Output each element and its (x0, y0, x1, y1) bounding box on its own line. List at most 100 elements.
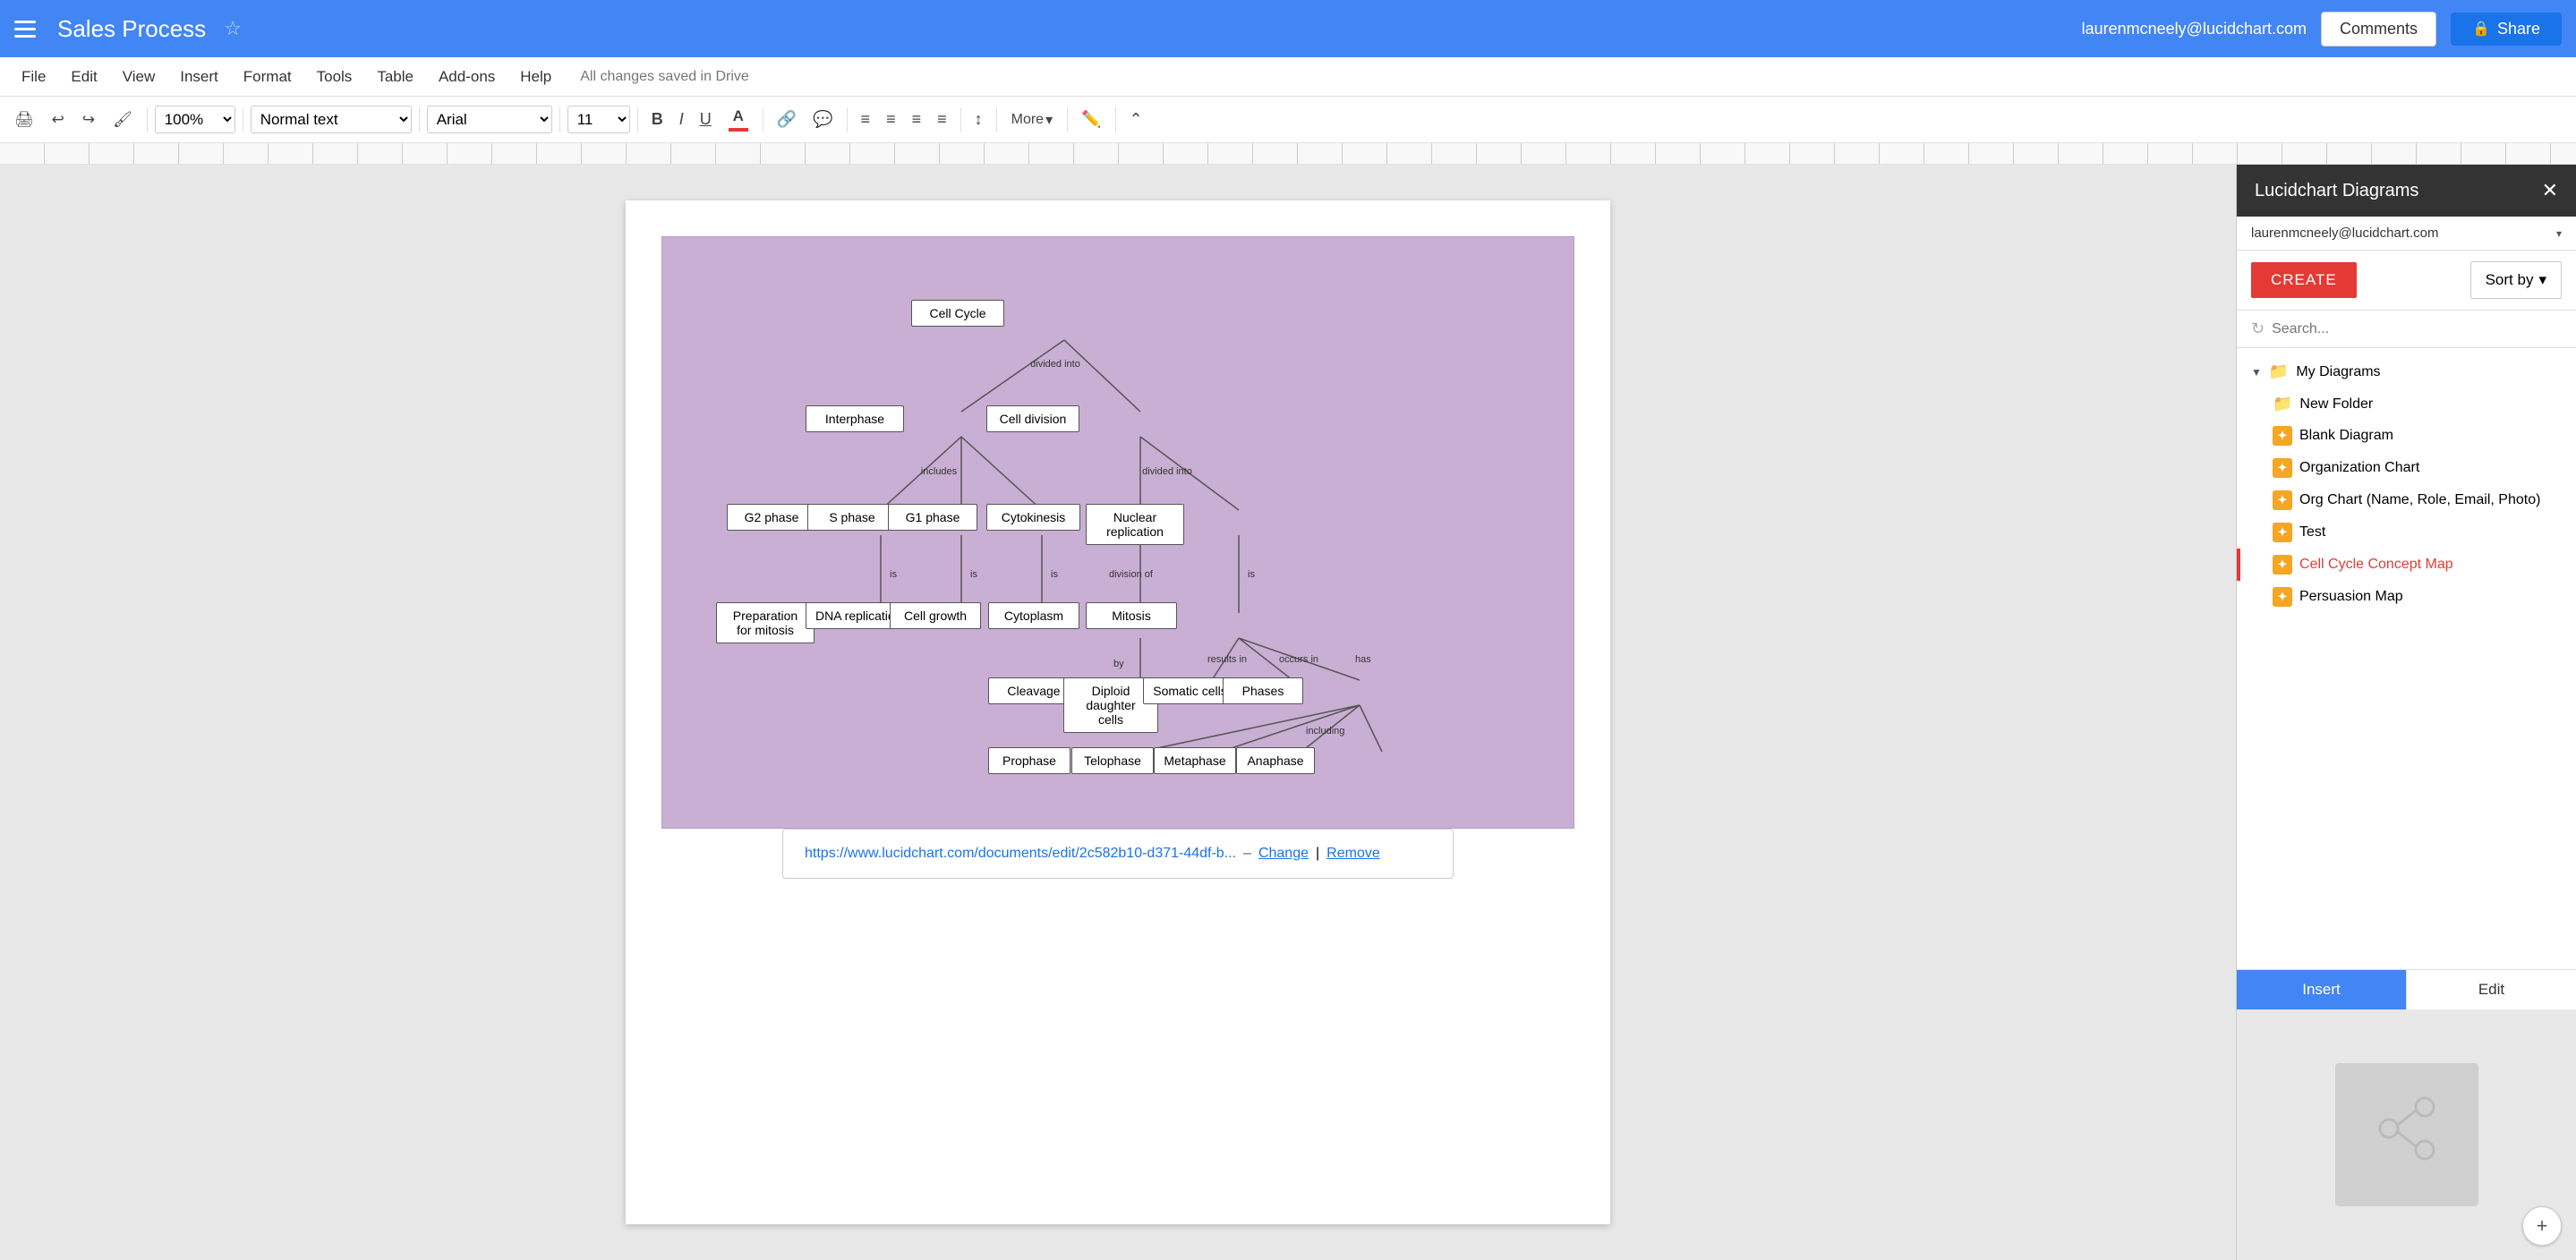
svg-text:including: including (1306, 726, 1344, 736)
folder-icon: 📁 (2269, 362, 2289, 381)
menu-view[interactable]: View (112, 63, 166, 91)
svg-text:is: is (1248, 569, 1255, 580)
link-separator: – (1243, 846, 1251, 862)
add-button[interactable]: + (2522, 1206, 2562, 1246)
italic-button[interactable]: I (673, 106, 690, 133)
undo-button[interactable]: ↩ (45, 106, 72, 134)
align-right-button[interactable]: ≡ (906, 106, 928, 133)
svg-text:division of: division of (1109, 569, 1154, 580)
svg-text:results in: results in (1207, 654, 1247, 665)
diagram-icon: ✦ (2273, 426, 2292, 446)
toolbar: 🖨 ↩ ↪ 🖌 100% Normal text Arial 11 B I U … (0, 97, 2576, 143)
node-g1-phase[interactable]: G1 phase (888, 504, 977, 531)
bold-button[interactable]: B (645, 106, 670, 133)
menu-format[interactable]: Format (233, 63, 303, 91)
star-icon[interactable]: ☆ (224, 17, 242, 40)
comments-button[interactable]: Comments (2321, 12, 2436, 47)
font-select[interactable]: Arial (427, 106, 552, 133)
diagram-link[interactable]: https://www.lucidchart.com/documents/edi… (805, 846, 1236, 862)
insert-button[interactable]: Insert (2237, 970, 2406, 1009)
link-bar: https://www.lucidchart.com/documents/edi… (782, 829, 1454, 879)
more-button[interactable]: More ▾ (1004, 106, 1060, 134)
node-s-phase[interactable]: S phase (807, 504, 897, 531)
tree-item-org-chart-full[interactable]: ✦ Org Chart (Name, Role, Email, Photo) (2237, 484, 2576, 516)
node-cell-growth[interactable]: Cell growth (890, 602, 981, 629)
search-input[interactable] (2272, 321, 2562, 337)
align-center-button[interactable]: ≡ (880, 106, 902, 133)
link-button[interactable]: 🔗 (771, 106, 803, 133)
node-cytokinesis[interactable]: Cytokinesis (986, 504, 1080, 531)
chevron-down-icon: ▾ (1045, 111, 1053, 129)
line-spacing-button[interactable]: ↕ (968, 106, 989, 133)
sidebar-tree: ▼ 📁 My Diagrams 📁 New Folder ✦ Blank Dia… (2237, 348, 2576, 969)
node-mitosis[interactable]: Mitosis (1086, 602, 1177, 629)
node-cell-division[interactable]: Cell division (986, 405, 1079, 432)
node-telophase[interactable]: Telophase (1071, 747, 1154, 774)
tree-item-blank-diagram[interactable]: ✦ Blank Diagram (2237, 420, 2576, 452)
hamburger-menu[interactable] (14, 13, 47, 45)
menu-addons[interactable]: Add-ons (428, 63, 506, 91)
node-anaphase[interactable]: Anaphase (1236, 747, 1315, 774)
share-button[interactable]: 🔒 Share (2451, 13, 2562, 46)
menu-help[interactable]: Help (509, 63, 562, 91)
menu-insert[interactable]: Insert (169, 63, 229, 91)
separator-8 (960, 107, 961, 132)
zoom-select[interactable]: 100% (155, 106, 235, 133)
comment-button[interactable]: 💬 (806, 106, 839, 133)
text-color-button[interactable]: A (721, 102, 755, 137)
paint-format-button[interactable]: 🖌 (106, 106, 140, 134)
node-nuclear-replication[interactable]: Nuclear replication (1086, 504, 1184, 545)
sidebar-title: Lucidchart Diagrams (2255, 181, 2418, 201)
diagram-icon: ✦ (2273, 523, 2292, 542)
print-button[interactable]: 🖨 (7, 106, 41, 134)
pen-tool-button[interactable]: ✏️ (1075, 106, 1107, 133)
tree-item-cell-cycle[interactable]: ✦ Cell Cycle Concept Map (2237, 549, 2576, 581)
document-area: divided into includes divided into is (0, 165, 2236, 1260)
node-metaphase[interactable]: Metaphase (1154, 747, 1236, 774)
align-left-button[interactable]: ≡ (855, 106, 877, 133)
doc-title: Sales Process (57, 15, 206, 43)
sidebar-close-button[interactable]: ✕ (2542, 179, 2558, 202)
link-remove[interactable]: Remove (1326, 846, 1380, 862)
menu-table[interactable]: Table (366, 63, 424, 91)
svg-text:includes: includes (921, 466, 958, 477)
svg-text:divided into: divided into (1030, 359, 1080, 370)
tree-item-persuasion-map[interactable]: ✦ Persuasion Map (2237, 581, 2576, 613)
edit-button[interactable]: Edit (2406, 970, 2576, 1009)
svg-text:divided into: divided into (1142, 466, 1192, 477)
node-g2-phase[interactable]: G2 phase (727, 504, 816, 531)
node-prep-mitosis[interactable]: Preparation for mitosis (716, 602, 815, 643)
folder-label: My Diagrams (2296, 364, 2380, 380)
lock-icon: 🔒 (2472, 20, 2490, 38)
diagram-wrap: divided into includes divided into is (689, 273, 1547, 792)
underline-button[interactable]: U (694, 106, 718, 133)
node-interphase[interactable]: Interphase (806, 405, 904, 432)
justify-button[interactable]: ≡ (931, 106, 953, 133)
style-select[interactable]: Normal text (251, 106, 412, 133)
svg-text:is: is (1051, 569, 1058, 580)
link-pipe: | (1316, 846, 1319, 862)
tree-item-new-folder[interactable]: 📁 New Folder (2237, 388, 2576, 420)
refresh-icon[interactable]: ↻ (2251, 319, 2265, 338)
redo-button[interactable]: ↪ (75, 106, 102, 134)
menu-edit[interactable]: Edit (60, 63, 107, 91)
separator-1 (147, 107, 148, 132)
link-change[interactable]: Change (1258, 846, 1309, 862)
tree-item-test[interactable]: ✦ Test (2237, 516, 2576, 549)
sidebar-user-dropdown[interactable]: ▾ (2556, 227, 2562, 240)
tree-item-org-chart[interactable]: ✦ Organization Chart (2237, 452, 2576, 484)
node-cytoplasm[interactable]: Cytoplasm (988, 602, 1079, 629)
collapse-button[interactable]: ⌃ (1123, 106, 1149, 133)
my-diagrams-folder[interactable]: ▼ 📁 My Diagrams (2237, 355, 2576, 388)
node-prophase[interactable]: Prophase (988, 747, 1070, 774)
sortby-button[interactable]: Sort by ▾ (2470, 261, 2562, 299)
font-size-select[interactable]: 11 (567, 106, 630, 133)
svg-text:occurs in: occurs in (1279, 654, 1318, 665)
node-cell-cycle[interactable]: Cell Cycle (911, 300, 1004, 327)
create-button[interactable]: CREATE (2251, 262, 2357, 298)
subfolder-icon: 📁 (2273, 395, 2292, 413)
node-phases[interactable]: Phases (1223, 677, 1303, 704)
tree-item-label: Org Chart (Name, Role, Email, Photo) (2299, 492, 2540, 508)
menu-tools[interactable]: Tools (306, 63, 363, 91)
menu-file[interactable]: File (11, 63, 56, 91)
